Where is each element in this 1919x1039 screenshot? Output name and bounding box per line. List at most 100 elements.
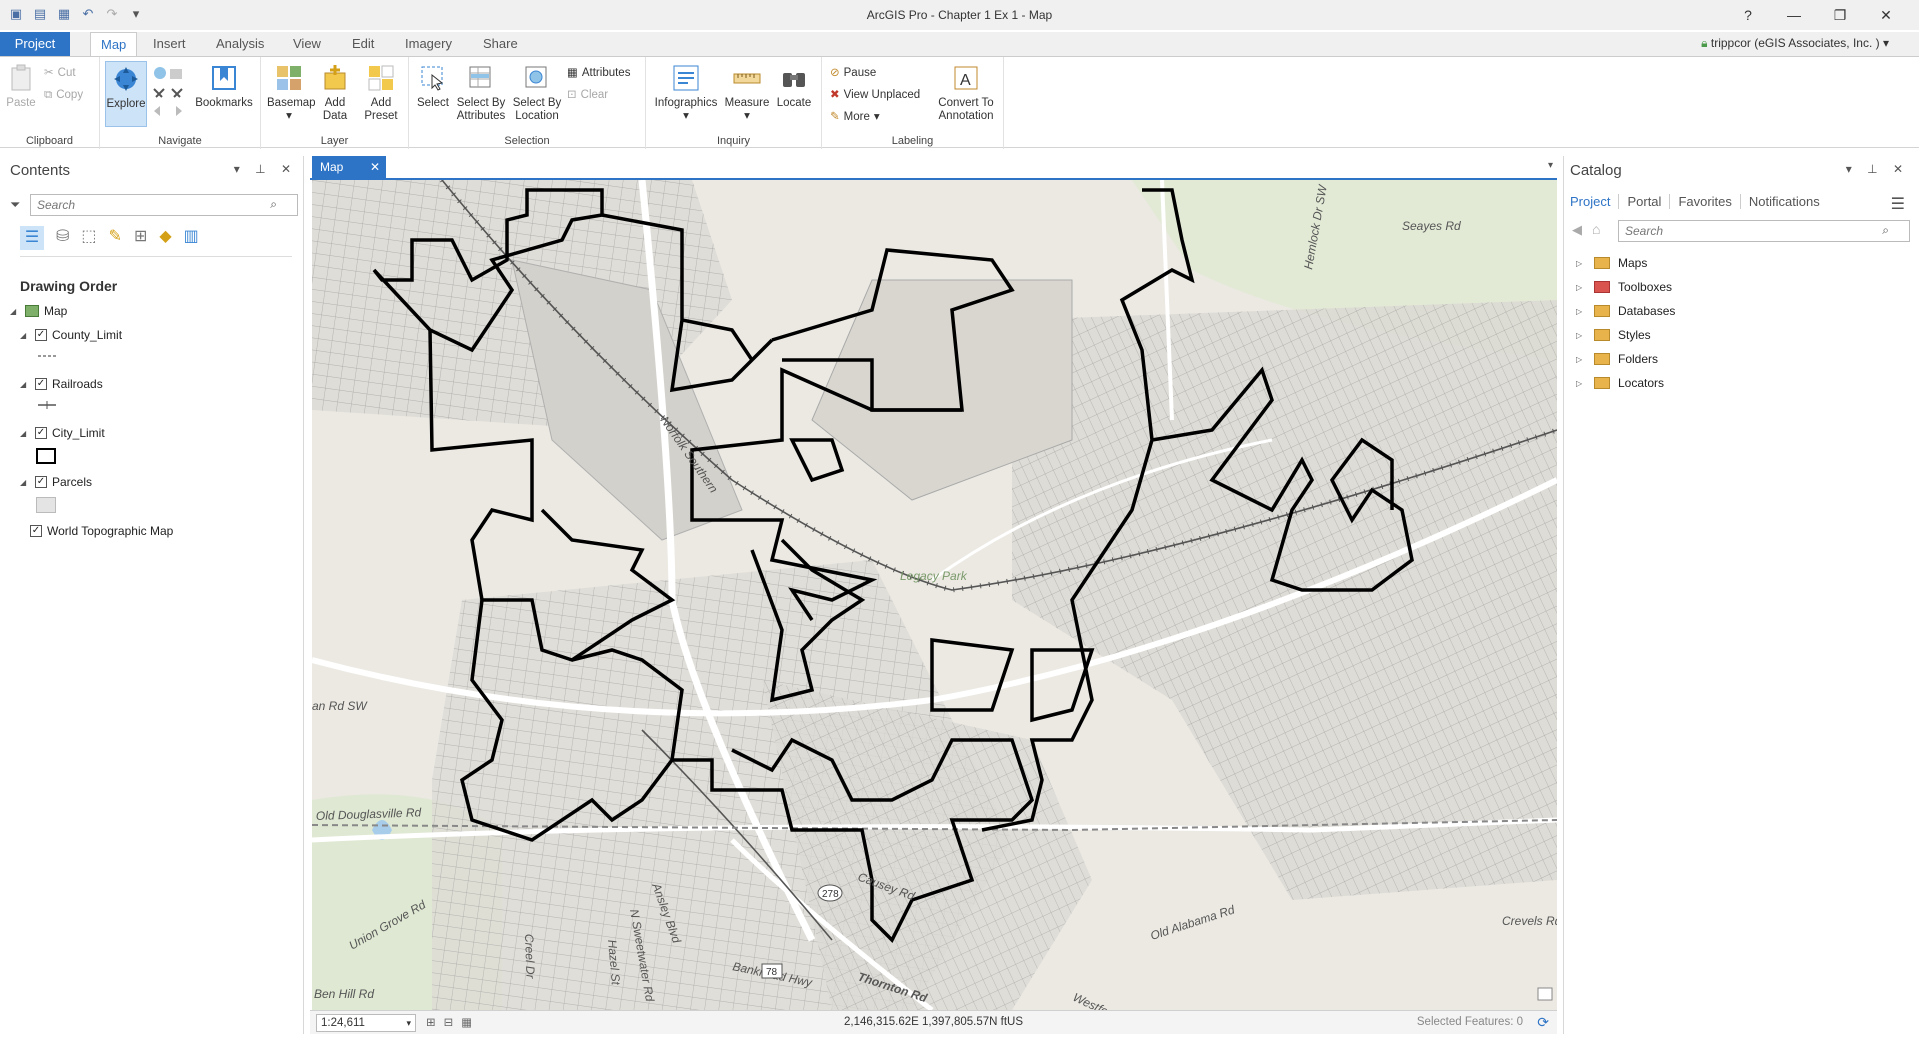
catalog-menu-icon[interactable]: ☰: [1891, 194, 1905, 214]
add-data-button[interactable]: Add Data: [315, 63, 355, 123]
help-button[interactable]: ?: [1725, 4, 1771, 26]
catalog-item-locators[interactable]: ▷ Locators: [1576, 374, 1664, 392]
layer-visibility-checkbox[interactable]: ✓: [35, 476, 47, 488]
drawing-order-icon[interactable]: ☰: [20, 226, 44, 250]
copy-icon: ⧉: [44, 89, 53, 101]
select-button[interactable]: Select: [413, 63, 453, 110]
collapse-triangle-icon[interactable]: ◢: [20, 380, 30, 389]
attribution-icon[interactable]: [1537, 987, 1553, 1001]
layer-visibility-checkbox[interactable]: ✓: [35, 329, 47, 341]
data-source-icon[interactable]: ⛁: [56, 226, 69, 250]
locate-button[interactable]: Locate: [772, 63, 816, 110]
more-labeling-button[interactable]: ✎ More ▾: [830, 109, 880, 125]
explore-button[interactable]: Explore: [105, 61, 147, 127]
select-by-attributes-button[interactable]: Select By Attributes: [453, 63, 509, 123]
drawing-order-heading: Drawing Order: [20, 278, 118, 294]
tab-analysis[interactable]: Analysis: [206, 32, 274, 56]
expand-triangle-icon[interactable]: ▷: [1576, 259, 1586, 268]
county-limit-symbol: [38, 355, 56, 357]
map-canvas[interactable]: Seayes Rd Hemlock Dr SW Legacy Park Old …: [312, 180, 1557, 1010]
home-icon[interactable]: ⌂: [1592, 221, 1600, 237]
collapse-triangle-icon[interactable]: ◢: [20, 429, 30, 438]
copy-button[interactable]: ⧉ Copy: [44, 87, 83, 103]
editing-view-icon[interactable]: ✎: [109, 226, 122, 250]
map-view-tab[interactable]: Map ✕: [312, 156, 386, 178]
expand-triangle-icon[interactable]: ▷: [1576, 355, 1586, 364]
infographics-button[interactable]: Infographics ▾: [652, 63, 720, 123]
minimize-icon[interactable]: —: [1771, 4, 1817, 26]
tab-share[interactable]: Share: [473, 32, 528, 56]
arcgis-pro-window: ▣ ▤ ▦ ↶ ↷ ▾ ArcGIS Pro - Chapter 1 Ex 1 …: [0, 0, 1919, 1039]
charts-view-icon[interactable]: ▥: [184, 226, 199, 250]
view-unplaced-button[interactable]: ✖ View Unplaced: [830, 87, 920, 103]
contents-search-input[interactable]: Search ⌕: [30, 194, 298, 216]
tab-map[interactable]: Map: [90, 32, 138, 57]
layer-visibility-checkbox[interactable]: ✓: [35, 378, 47, 390]
expand-triangle-icon[interactable]: ▷: [1576, 331, 1586, 340]
catalog-item-databases[interactable]: ▷ Databases: [1576, 302, 1675, 320]
attributes-button[interactable]: ▦ Attributes: [567, 65, 630, 81]
select-by-location-button[interactable]: Select By Location: [509, 63, 565, 123]
convert-to-annotation-button[interactable]: A Convert To Annotation: [932, 63, 1000, 123]
selection-group: Select Select By Attributes Select By Loca…: [409, 57, 646, 149]
map-icon: [25, 305, 39, 317]
layer-visibility-checkbox[interactable]: ✓: [35, 427, 47, 439]
labeling-view-icon[interactable]: ◆: [159, 226, 171, 250]
layer-visibility-checkbox[interactable]: ✓: [30, 525, 42, 537]
selected-features-count[interactable]: Selected Features: 0: [1417, 1016, 1523, 1028]
close-window-icon[interactable]: ✕: [1863, 4, 1909, 26]
expand-triangle-icon[interactable]: ▷: [1576, 379, 1586, 388]
account-menu[interactable]: 🔒︎ trippcor (eGIS Associates, Inc. ) ▾: [1701, 36, 1889, 51]
close-tab-icon[interactable]: ✕: [370, 156, 380, 178]
ribbon-tabs: Project Map Insert Analysis View Edit Im…: [0, 32, 1919, 57]
collapse-triangle-icon[interactable]: ◢: [20, 331, 30, 340]
selection-view-icon[interactable]: ⬚: [81, 226, 96, 250]
tab-imagery[interactable]: Imagery: [395, 32, 462, 56]
restore-icon[interactable]: ❐: [1817, 4, 1863, 26]
snapping-view-icon[interactable]: ⊞: [134, 226, 147, 250]
catalog-tab-favorites[interactable]: Favorites: [1670, 194, 1741, 209]
select-by-location-icon: [525, 66, 547, 88]
navigation-tools-icon[interactable]: [150, 63, 190, 123]
layer-world-topographic-map[interactable]: ✓ World Topographic Map: [30, 522, 173, 540]
filter-icon[interactable]: ⏷: [10, 197, 20, 213]
cut-button[interactable]: ✂ Cut: [44, 65, 76, 81]
paste-button[interactable]: Paste: [4, 63, 38, 110]
pane-controls[interactable]: ▾ ⊥ ✕: [234, 162, 297, 176]
clear-selection-button[interactable]: ⊡ Clear: [567, 87, 608, 103]
tab-edit[interactable]: Edit: [342, 32, 384, 56]
bookmarks-button[interactable]: Bookmarks: [194, 63, 254, 110]
pause-labeling-button[interactable]: ⊘ Pause: [830, 65, 876, 81]
tab-insert[interactable]: Insert: [143, 32, 196, 56]
view-dropdown-icon[interactable]: ▾: [1548, 160, 1553, 171]
map-drawing[interactable]: Seayes Rd Hemlock Dr SW Legacy Park Old …: [312, 180, 1557, 1010]
back-icon[interactable]: ◀: [1572, 222, 1582, 238]
layer-group-label: Layer: [320, 135, 349, 147]
collapse-triangle-icon[interactable]: ◢: [20, 478, 30, 487]
tab-project[interactable]: Project: [0, 32, 70, 56]
layer-county-limit[interactable]: ◢ ✓ County_Limit: [20, 326, 122, 344]
add-preset-icon: [368, 65, 394, 91]
expand-triangle-icon[interactable]: ▷: [1576, 283, 1586, 292]
contents-pane: Contents ▾ ⊥ ✕ ⏷ Search ⌕ ☰ ⛁ ⬚ ✎ ⊞ ◆ ▥ …: [4, 156, 304, 1034]
layer-city-limit[interactable]: ◢ ✓ City_Limit: [20, 424, 105, 442]
catalog-tab-project[interactable]: Project: [1570, 194, 1620, 209]
measure-button[interactable]: Measure ▾: [724, 63, 770, 123]
tab-view[interactable]: View: [283, 32, 331, 56]
pane-controls[interactable]: ▾ ⊥ ✕: [1846, 162, 1909, 176]
catalog-item-toolboxes[interactable]: ▷ Toolboxes: [1576, 278, 1672, 296]
catalog-tab-notifications[interactable]: Notifications: [1741, 194, 1828, 209]
catalog-search-input[interactable]: Search ⌕: [1618, 220, 1910, 242]
catalog-tab-portal[interactable]: Portal: [1619, 194, 1671, 209]
collapse-triangle-icon[interactable]: ◢: [10, 307, 20, 316]
layer-railroads[interactable]: ◢ ✓ Railroads: [20, 375, 103, 393]
layer-parcels[interactable]: ◢ ✓ Parcels: [20, 473, 92, 491]
add-preset-button[interactable]: Add Preset: [359, 63, 403, 123]
catalog-item-folders[interactable]: ▷ Folders: [1576, 350, 1658, 368]
expand-triangle-icon[interactable]: ▷: [1576, 307, 1586, 316]
map-node[interactable]: ◢ Map: [10, 302, 67, 320]
basemap-button[interactable]: Basemap ▾: [267, 63, 316, 123]
catalog-item-styles[interactable]: ▷ Styles: [1576, 326, 1651, 344]
catalog-item-maps[interactable]: ▷ Maps: [1576, 254, 1647, 272]
refresh-icon[interactable]: ⟳: [1537, 1014, 1549, 1031]
